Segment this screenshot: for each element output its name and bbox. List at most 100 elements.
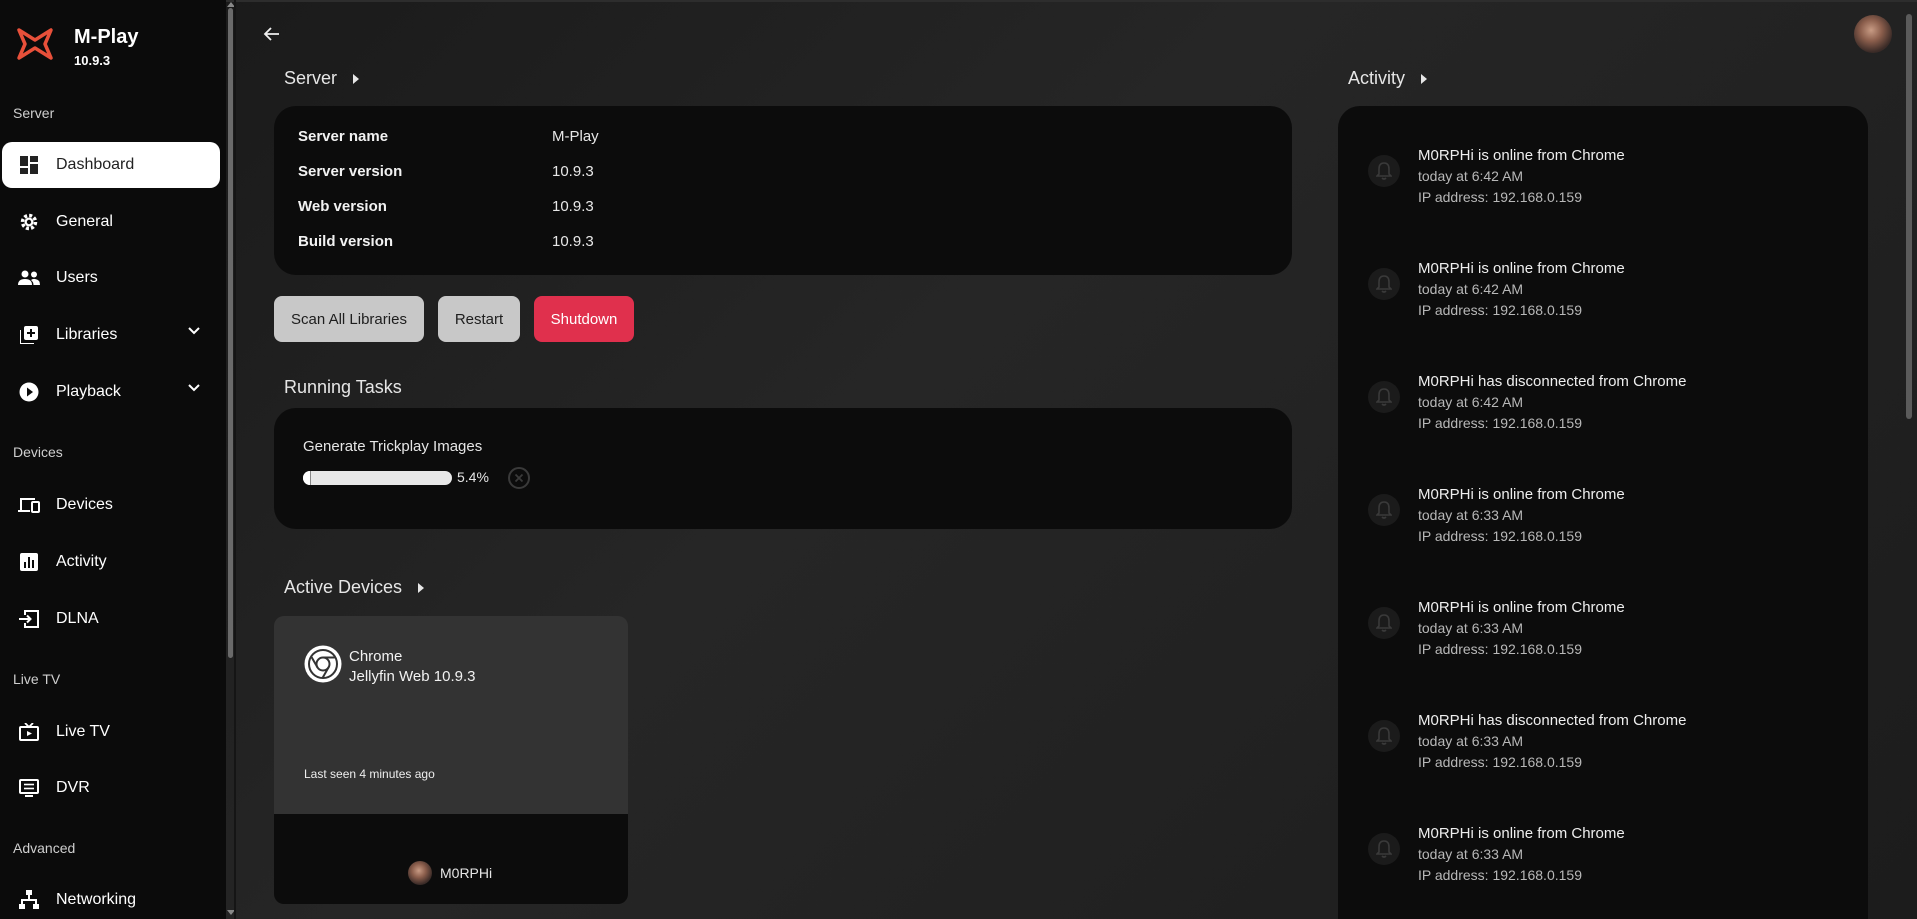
window-top-border [0, 0, 1917, 2]
chevron-down-icon [188, 327, 200, 335]
sidebar-item-label: DVR [56, 779, 90, 796]
task-progress-text: 5.4% [457, 469, 489, 485]
active-devices-heading-label: Active Devices [284, 577, 403, 597]
device-user: M0RPHi [408, 861, 492, 885]
sidebar-item-libraries[interactable]: Libraries [2, 312, 220, 358]
device-name: Chrome [349, 648, 403, 665]
info-value: 10.9.3 [552, 198, 594, 215]
active-devices-heading[interactable]: Active Devices [284, 577, 425, 598]
bell-icon [1368, 607, 1400, 639]
sidebar-item-devices[interactable]: Devices [2, 482, 220, 528]
server-name-row: Server name M-Play [298, 128, 599, 145]
task-progress-fill [303, 471, 312, 485]
activity-title: M0RPHi is online from Chrome [1418, 599, 1625, 616]
sidebar-item-playback[interactable]: Playback [2, 369, 220, 415]
bell-icon [1368, 833, 1400, 865]
activity-heading-label: Activity [1348, 68, 1406, 88]
server-heading-label: Server [284, 68, 338, 88]
shutdown-button[interactable]: Shutdown [534, 296, 634, 342]
activity-ip: IP address: 192.168.0.159 [1418, 641, 1582, 657]
sidebar-item-dlna[interactable]: DLNA [2, 596, 220, 642]
bell-icon [1368, 155, 1400, 187]
activity-title: M0RPHi is online from Chrome [1418, 825, 1625, 842]
device-card[interactable]: Chrome Jellyfin Web 10.9.3 Last seen 4 m… [274, 616, 628, 904]
running-tasks-heading: Running Tasks [284, 377, 402, 397]
info-value: 10.9.3 [552, 233, 594, 250]
activity-title: M0RPHi has disconnected from Chrome [1418, 373, 1687, 390]
sidebar-section-livetv: Live TV [13, 671, 61, 687]
activity-ip: IP address: 192.168.0.159 [1418, 867, 1582, 883]
activity-heading[interactable]: Activity [1348, 68, 1428, 89]
sidebar-item-dvr[interactable]: DVR [2, 765, 220, 811]
info-label: Build version [298, 233, 394, 250]
dvr-icon [18, 777, 40, 799]
sidebar-item-label: DLNA [56, 610, 99, 627]
sidebar-item-networking[interactable]: Networking [2, 877, 220, 919]
server-heading[interactable]: Server [284, 68, 360, 89]
bell-icon [1368, 720, 1400, 752]
expand-arrow-icon [353, 74, 360, 84]
back-arrow-icon[interactable] [262, 24, 282, 44]
sidebar-item-dashboard[interactable]: Dashboard [2, 142, 220, 188]
app-version: 10.9.3 [74, 53, 111, 68]
activity-title: M0RPHi is online from Chrome [1418, 486, 1625, 503]
web-version-row: Web version 10.9.3 [298, 198, 594, 215]
sidebar-item-label: Networking [56, 891, 137, 908]
sidebar-section-server: Server [13, 105, 55, 121]
activity-ip: IP address: 192.168.0.159 [1418, 754, 1582, 770]
expand-arrow-icon [418, 583, 425, 593]
activity-time: today at 6:33 AM [1418, 620, 1524, 636]
library-add-icon [18, 324, 40, 346]
scan-all-libraries-button[interactable]: Scan All Libraries [274, 296, 424, 342]
activity-time: today at 6:42 AM [1418, 394, 1524, 410]
sidebar-section-devices: Devices [13, 444, 63, 460]
bell-icon [1368, 268, 1400, 300]
device-card-body: Chrome Jellyfin Web 10.9.3 Last seen 4 m… [274, 616, 628, 814]
sidebar-item-activity[interactable]: Activity [2, 539, 220, 585]
activity-ip: IP address: 192.168.0.159 [1418, 415, 1582, 431]
activity-time: today at 6:33 AM [1418, 507, 1524, 523]
device-card-footer: M0RPHi [274, 814, 628, 904]
sidebar-item-general[interactable]: General [2, 199, 220, 245]
sidebar-item-label: General [56, 213, 113, 230]
activity-ip: IP address: 192.168.0.159 [1418, 189, 1582, 205]
info-value: 10.9.3 [552, 163, 594, 180]
brand[interactable]: M-Play 10.9.3 [15, 24, 138, 68]
input-icon [18, 608, 40, 630]
sidebar-item-label: Users [56, 269, 98, 286]
activity-title: M0RPHi is online from Chrome [1418, 260, 1625, 277]
sidebar-item-label: Devices [56, 496, 113, 513]
cancel-task-icon[interactable] [508, 467, 530, 489]
sidebar: M-Play 10.9.3 Server Dashboard General U… [0, 0, 226, 919]
play-circle-icon [18, 381, 40, 403]
bell-icon [1368, 494, 1400, 526]
sidebar-item-label: Activity [56, 553, 107, 570]
sidebar-scrollbar[interactable] [228, 8, 233, 658]
live-tv-icon [18, 721, 40, 743]
chart-icon [18, 551, 40, 573]
sidebar-item-livetv[interactable]: Live TV [2, 709, 220, 755]
chevron-down-icon [188, 384, 200, 392]
activity-time: today at 6:42 AM [1418, 281, 1524, 297]
info-label: Server name [298, 128, 389, 145]
users-icon [18, 267, 40, 289]
gear-icon [18, 211, 40, 233]
activity-time: today at 6:42 AM [1418, 168, 1524, 184]
sidebar-item-users[interactable]: Users [2, 255, 220, 301]
app-logo-icon [17, 28, 53, 60]
info-label: Web version [298, 198, 387, 215]
info-value: M-Play [552, 128, 599, 145]
activity-ip: IP address: 192.168.0.159 [1418, 302, 1582, 318]
activity-time: today at 6:33 AM [1418, 846, 1524, 862]
network-icon [18, 889, 40, 911]
expand-arrow-icon [1421, 74, 1428, 84]
running-tasks-panel [274, 408, 1292, 529]
restart-button[interactable]: Restart [438, 296, 520, 342]
build-version-row: Build version 10.9.3 [298, 233, 594, 250]
avatar [408, 861, 432, 885]
user-avatar[interactable] [1854, 15, 1892, 53]
main-scrollbar[interactable] [1906, 14, 1912, 419]
activity-title: M0RPHi has disconnected from Chrome [1418, 712, 1687, 729]
activity-time: today at 6:33 AM [1418, 733, 1524, 749]
sidebar-divider [234, 0, 236, 919]
